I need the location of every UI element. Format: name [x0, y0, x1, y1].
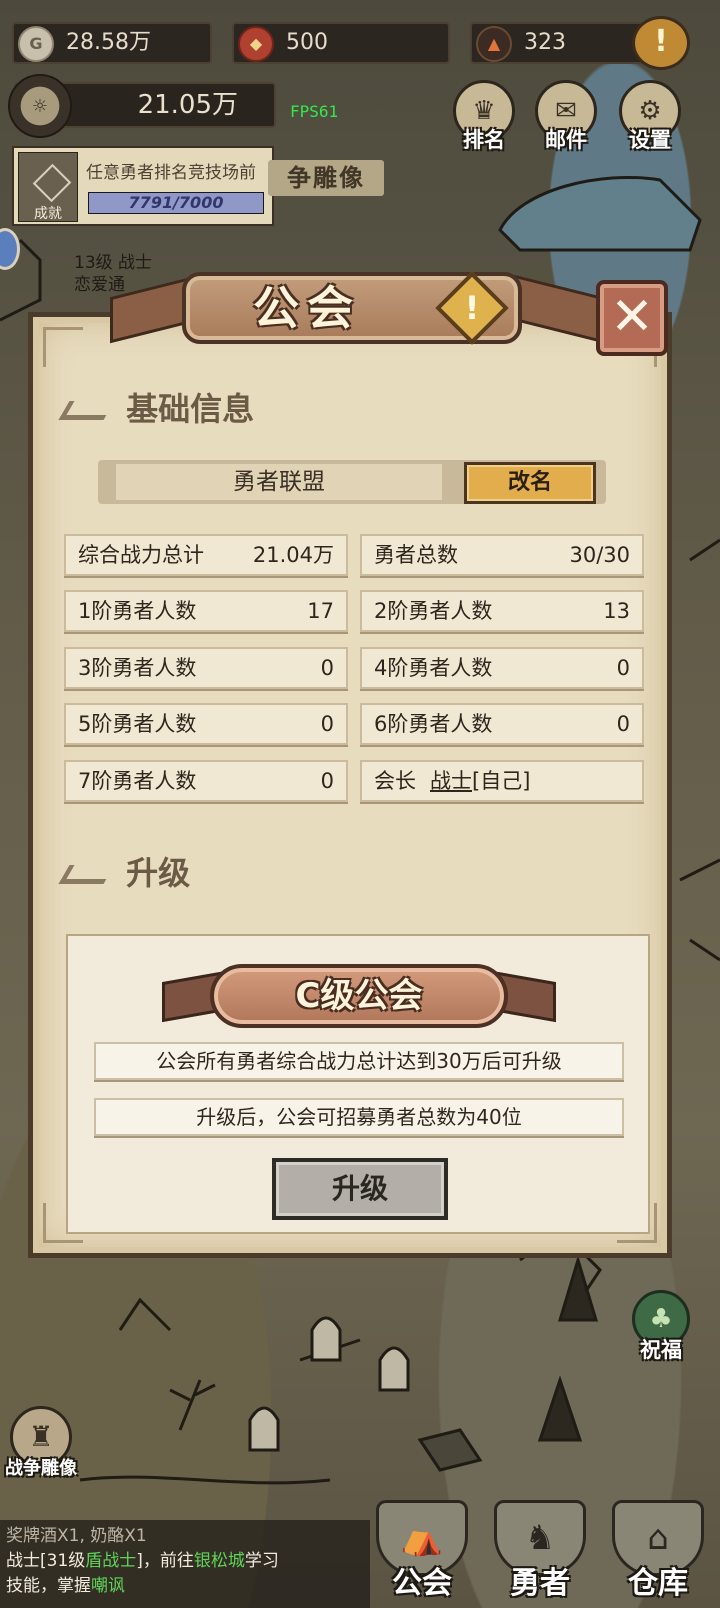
settings-label: 设置 — [629, 128, 671, 152]
exclamation-icon: ! — [464, 289, 480, 327]
stat-tier1: 1阶勇者人数 17 — [64, 590, 348, 632]
upgrade-heading: 升级 — [64, 848, 190, 894]
stat-label: 2阶勇者人数 — [374, 599, 493, 623]
quest-progress-text: 7791/7000 — [128, 193, 224, 212]
settings-button[interactable]: ⚙ 设置 — [612, 80, 688, 158]
log-line: 战士[31级盾战士]，前往银松城学习 — [6, 1549, 364, 1574]
stat-label: 综合战力总计 — [78, 543, 204, 567]
nav-warehouse-button[interactable]: ⌂ 仓库 — [602, 1500, 714, 1608]
crystal-value: 323 — [524, 30, 566, 55]
npc-level: 13级 战士 — [74, 253, 153, 273]
rank-button[interactable]: ♛ 排名 — [446, 80, 522, 158]
modal-title: 公会 — [253, 281, 361, 335]
stat-hero-count: 勇者总数 30/30 — [360, 534, 644, 576]
mail-button[interactable]: ✉ 邮件 — [528, 80, 604, 158]
nav-heroes-label: 勇者 — [510, 1566, 570, 1601]
stat-label: 6阶勇者人数 — [374, 712, 493, 736]
basic-info-title: 基础信息 — [126, 390, 255, 428]
fps-counter: FPS61 — [290, 102, 339, 121]
guild-name: 勇者联盟 — [116, 464, 442, 500]
stat-label: 勇者总数 — [374, 543, 458, 567]
log-text: ]，前往 — [136, 1551, 194, 1571]
log-line: 奖牌酒X1, 奶酪X1 — [6, 1526, 147, 1546]
upgrade-requirement: 公会所有勇者综合战力总计达到30万后可升级 — [94, 1042, 624, 1080]
upgrade-title: 升级 — [126, 854, 191, 892]
war-statue-button[interactable]: ♜ 战争雕像 — [0, 1406, 82, 1498]
nav-guild-button[interactable]: ⛺ 公会 — [366, 1500, 478, 1608]
stat-value: 13 — [603, 599, 630, 623]
gold-counter[interactable]: G 28.58万 — [12, 22, 212, 64]
coin-icon: G — [18, 26, 54, 62]
stat-value: 0 — [616, 656, 630, 680]
stat-tier2: 2阶勇者人数 13 — [360, 590, 644, 632]
power-value: 21.05万 — [137, 90, 238, 120]
stat-value: 21.04万 — [252, 543, 334, 567]
stat-tier3: 3阶勇者人数 0 — [64, 647, 348, 689]
log-highlight: 嘲讽 — [91, 1576, 125, 1596]
achievement-label: 成就 — [34, 206, 62, 222]
mail-label: 邮件 — [545, 128, 587, 152]
gold-value: 28.58万 — [66, 30, 151, 55]
shield-gem-icon: ◆ — [238, 26, 274, 62]
gem-value: 500 — [286, 30, 328, 55]
close-icon: ✕ — [610, 287, 654, 347]
stat-leader: 会长 战士[自己] — [360, 760, 644, 802]
alert-button[interactable]: ! — [632, 16, 690, 70]
log-line: 技能，掌握嘲讽 — [6, 1574, 364, 1599]
stat-tier5: 5阶勇者人数 0 — [64, 703, 348, 745]
blessing-label: 祝福 — [640, 1338, 682, 1362]
log-text: 技能，掌握 — [6, 1576, 91, 1596]
rename-button[interactable]: 改名 — [464, 462, 596, 504]
stat-value: 0 — [320, 656, 334, 680]
stat-label: 7阶勇者人数 — [78, 769, 197, 793]
guild-grade-banner: C级公会 — [210, 964, 508, 1028]
stat-value: 0 — [320, 769, 334, 793]
achievement-quest-tracker[interactable]: 成就 任意勇者排名竞技场前 7791/7000 — [12, 146, 274, 226]
stat-label: 3阶勇者人数 — [78, 656, 197, 680]
nav-heroes-button[interactable]: ♞ 勇者 — [484, 1500, 596, 1608]
leader-name-link[interactable]: 战士 — [430, 769, 472, 793]
stat-label: 4阶勇者人数 — [374, 656, 493, 680]
stat-value: 0 — [616, 712, 630, 736]
stat-value: 17 — [307, 599, 334, 623]
event-log[interactable]: 奖牌酒X1, 奶酪X1 战士[31级盾战士]，前往银松城学习 技能，掌握嘲讽 — [0, 1520, 370, 1608]
achievement-icon: 成就 — [18, 152, 78, 222]
crystal-icon: ▲ — [476, 26, 512, 62]
log-text: 学习 — [244, 1551, 279, 1571]
blessing-button[interactable]: ♣ 祝福 — [628, 1290, 694, 1376]
leader-self-tag: [自己] — [472, 769, 531, 793]
upgrade-benefit: 升级后，公会可招募勇者总数为40位 — [94, 1098, 624, 1136]
log-text: 战士[31级 — [6, 1551, 86, 1571]
log-highlight: 银松城 — [193, 1551, 245, 1571]
nav-warehouse-label: 仓库 — [628, 1566, 688, 1601]
quest-progress-bar: 7791/7000 — [88, 192, 264, 214]
upgrade-button[interactable]: 升级 — [272, 1158, 448, 1220]
war-statue-sign: 争雕像 — [268, 160, 384, 196]
war-statue-label: 战争雕像 — [5, 1458, 77, 1479]
gem-counter[interactable]: ◆ 500 — [232, 22, 450, 64]
exclamation-icon: ! — [654, 24, 668, 59]
frame-corner — [43, 327, 83, 367]
stat-label: 1阶勇者人数 — [78, 599, 197, 623]
leader-label: 会长 — [374, 769, 416, 793]
stat-value: 30/30 — [569, 543, 630, 567]
power-emblem-icon[interactable]: ☼ — [8, 74, 72, 138]
basic-info-heading: 基础信息 — [64, 384, 254, 430]
stat-tier6: 6阶勇者人数 0 — [360, 703, 644, 745]
quest-title: 任意勇者排名竞技场前 — [86, 163, 256, 183]
stat-total-power: 综合战力总计 21.04万 — [64, 534, 348, 576]
log-highlight: 盾战士 — [85, 1551, 137, 1571]
nav-guild-label: 公会 — [392, 1566, 452, 1601]
stat-label: 5阶勇者人数 — [78, 712, 197, 736]
stat-value: 0 — [320, 712, 334, 736]
close-button[interactable]: ✕ — [596, 280, 668, 356]
stat-tier7: 7阶勇者人数 0 — [64, 760, 348, 802]
stat-tier4: 4阶勇者人数 0 — [360, 647, 644, 689]
rank-label: 排名 — [463, 128, 505, 152]
